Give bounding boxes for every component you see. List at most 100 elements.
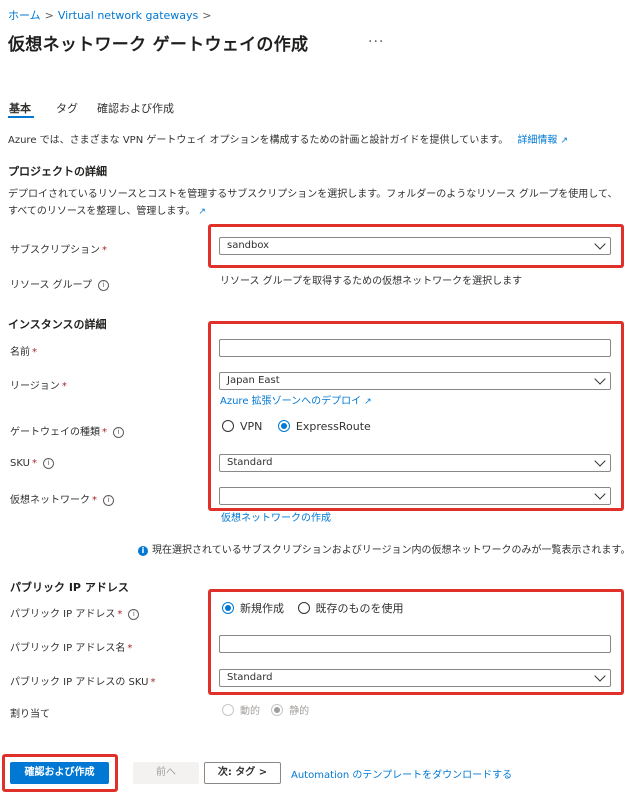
tab-review-create[interactable]: 確認および作成	[97, 100, 174, 116]
name-label: 名前 *	[10, 343, 37, 358]
assignment-dynamic-option: 動的	[222, 704, 260, 717]
assignment-dynamic-label: 動的	[240, 706, 260, 717]
public-ip-sku-label: パブリック IP アドレスの SKU *	[10, 673, 155, 688]
info-icon[interactable]: i	[42, 458, 54, 469]
chevron-down-icon	[594, 455, 606, 467]
resource-group-label: リソース グループ i	[10, 276, 110, 291]
next-tags-button[interactable]: 次: タグ >	[204, 762, 281, 784]
radio-disabled-selected-icon	[271, 704, 284, 716]
vnet-note: i 現在選択されているサブスクリプションおよびリージョン内の仮想ネットワークのみが…	[138, 541, 631, 556]
active-tab-indicator	[8, 116, 34, 118]
instance-details-heading: インスタンスの詳細	[8, 318, 107, 331]
sku-label-text: SKU	[10, 458, 30, 469]
required-marker: *	[92, 495, 97, 506]
breadcrumb-parent-link[interactable]: Virtual network gateways	[58, 9, 198, 22]
public-ip-existing-label: 既存のものを使用	[315, 602, 404, 615]
required-marker: *	[102, 245, 107, 256]
resource-group-hint: リソース グループを取得するための仮想ネットワークを選択します	[220, 276, 523, 287]
breadcrumb-separator: >	[44, 9, 54, 22]
breadcrumb-home-link[interactable]: ホーム	[8, 9, 41, 22]
required-marker: *	[102, 427, 107, 438]
gateway-type-label-text: ゲートウェイの種類	[10, 427, 100, 438]
region-label: リージョン *	[10, 377, 67, 392]
region-label-text: リージョン	[10, 381, 60, 392]
required-marker: *	[61, 381, 67, 392]
info-icon[interactable]: i	[128, 609, 140, 620]
required-marker: *	[127, 643, 133, 654]
name-input[interactable]	[219, 339, 611, 357]
breadcrumb-separator: >	[202, 9, 212, 22]
public-ip-address-label-text: パブリック IP アドレス	[10, 609, 116, 620]
public-ip-new-option[interactable]: 新規作成	[222, 602, 284, 615]
assignment-static-label: 静的	[289, 706, 310, 717]
subscription-select[interactable]: sandbox	[219, 237, 611, 255]
public-ip-radio-group: 新規作成 既存のものを使用	[222, 600, 404, 616]
edge-zone-link-text: Azure 拡張ゾーンへのデプロイ	[220, 396, 362, 407]
info-icon[interactable]: i	[113, 427, 124, 438]
chevron-down-icon	[594, 670, 606, 682]
assignment-label: 割り当て	[10, 709, 50, 720]
name-label-text: 名前	[10, 347, 30, 358]
info-icon[interactable]: i	[98, 280, 110, 291]
radio-disabled-icon	[222, 704, 234, 716]
vnet-select[interactable]	[219, 487, 611, 505]
sku-label: SKU * i	[10, 458, 54, 469]
radio-selected-icon[interactable]	[222, 602, 234, 614]
tab-basics[interactable]: 基本	[9, 100, 31, 116]
more-options-icon[interactable]: ···	[368, 34, 384, 50]
vnet-label: 仮想ネットワーク * i	[10, 491, 114, 506]
public-ip-new-label: 新規作成	[240, 602, 284, 615]
info-icon[interactable]: i	[103, 495, 114, 506]
public-ip-name-label-text: パブリック IP アドレス名	[10, 643, 126, 654]
download-template-link[interactable]: Automation のテンプレートをダウンロードする	[291, 766, 512, 781]
page-title: 仮想ネットワーク ゲートウェイの作成	[8, 35, 309, 55]
required-marker: *	[32, 347, 37, 358]
gateway-type-vpn-option[interactable]: VPN	[222, 420, 262, 433]
vnet-label-text: 仮想ネットワーク	[10, 495, 90, 506]
review-create-button[interactable]: 確認および作成	[10, 762, 109, 784]
learn-more-link[interactable]: 詳細情報 ↗	[517, 135, 568, 146]
subscription-label-text: サブスクリプション	[10, 245, 100, 256]
assignment-static-option: 静的	[271, 704, 310, 717]
radio-icon[interactable]	[297, 602, 310, 614]
sku-select[interactable]: Standard	[219, 454, 611, 472]
intro-text: Azure では、さまざまな VPN ゲートウェイ オプションを構成するための計…	[8, 131, 568, 146]
chevron-down-icon	[594, 488, 606, 500]
region-select[interactable]: Japan East	[219, 372, 611, 390]
subscription-value: sandbox	[227, 240, 270, 251]
public-ip-name-label: パブリック IP アドレス名 *	[10, 639, 132, 654]
required-marker: *	[150, 677, 156, 688]
gateway-type-label: ゲートウェイの種類 * i	[10, 423, 124, 438]
gateway-type-vpn-label: VPN	[240, 420, 263, 433]
gateway-type-expressroute-option[interactable]: ExpressRoute	[277, 420, 371, 433]
learn-more-label: 詳細情報	[517, 135, 558, 146]
external-link-icon[interactable]: ↗	[198, 207, 206, 217]
resource-group-label-text: リソース グループ	[10, 280, 93, 291]
info-filled-icon: i	[138, 546, 148, 556]
create-vnet-link[interactable]: 仮想ネットワークの作成	[221, 509, 331, 524]
chevron-down-icon	[594, 373, 606, 385]
public-ip-address-label: パブリック IP アドレス * i	[10, 605, 140, 620]
public-ip-sku-select[interactable]: Standard	[219, 669, 611, 687]
chevron-down-icon	[594, 238, 606, 250]
edge-zone-link[interactable]: Azure 拡張ゾーンへのデプロイ ↗	[220, 392, 372, 407]
project-description-text: デプロイされているリソースとコストを管理するサブスクリプションを選択します。フォ…	[8, 189, 618, 217]
breadcrumb: ホーム > Virtual network gateways >	[8, 7, 216, 23]
project-details-heading: プロジェクトの詳細	[8, 165, 107, 178]
assignment-radio-group: 動的 静的	[222, 702, 309, 717]
region-value: Japan East	[227, 375, 280, 386]
public-ip-sku-label-text: パブリック IP アドレスの SKU	[10, 677, 149, 688]
public-ip-existing-option[interactable]: 既存のものを使用	[297, 602, 404, 615]
public-ip-heading: パブリック IP アドレス	[10, 581, 129, 594]
previous-button: 前へ	[133, 762, 199, 784]
subscription-label: サブスクリプション *	[10, 241, 107, 256]
external-link-icon: ↗	[560, 136, 568, 146]
public-ip-name-input[interactable]	[219, 635, 611, 653]
radio-icon[interactable]	[222, 420, 234, 432]
required-marker: *	[117, 609, 123, 620]
radio-selected-icon[interactable]	[277, 420, 290, 432]
intro-description: Azure では、さまざまな VPN ゲートウェイ オプションを構成するための計…	[8, 135, 509, 146]
sku-value: Standard	[227, 457, 273, 468]
required-marker: *	[31, 458, 37, 469]
tab-tags[interactable]: タグ	[56, 100, 78, 116]
